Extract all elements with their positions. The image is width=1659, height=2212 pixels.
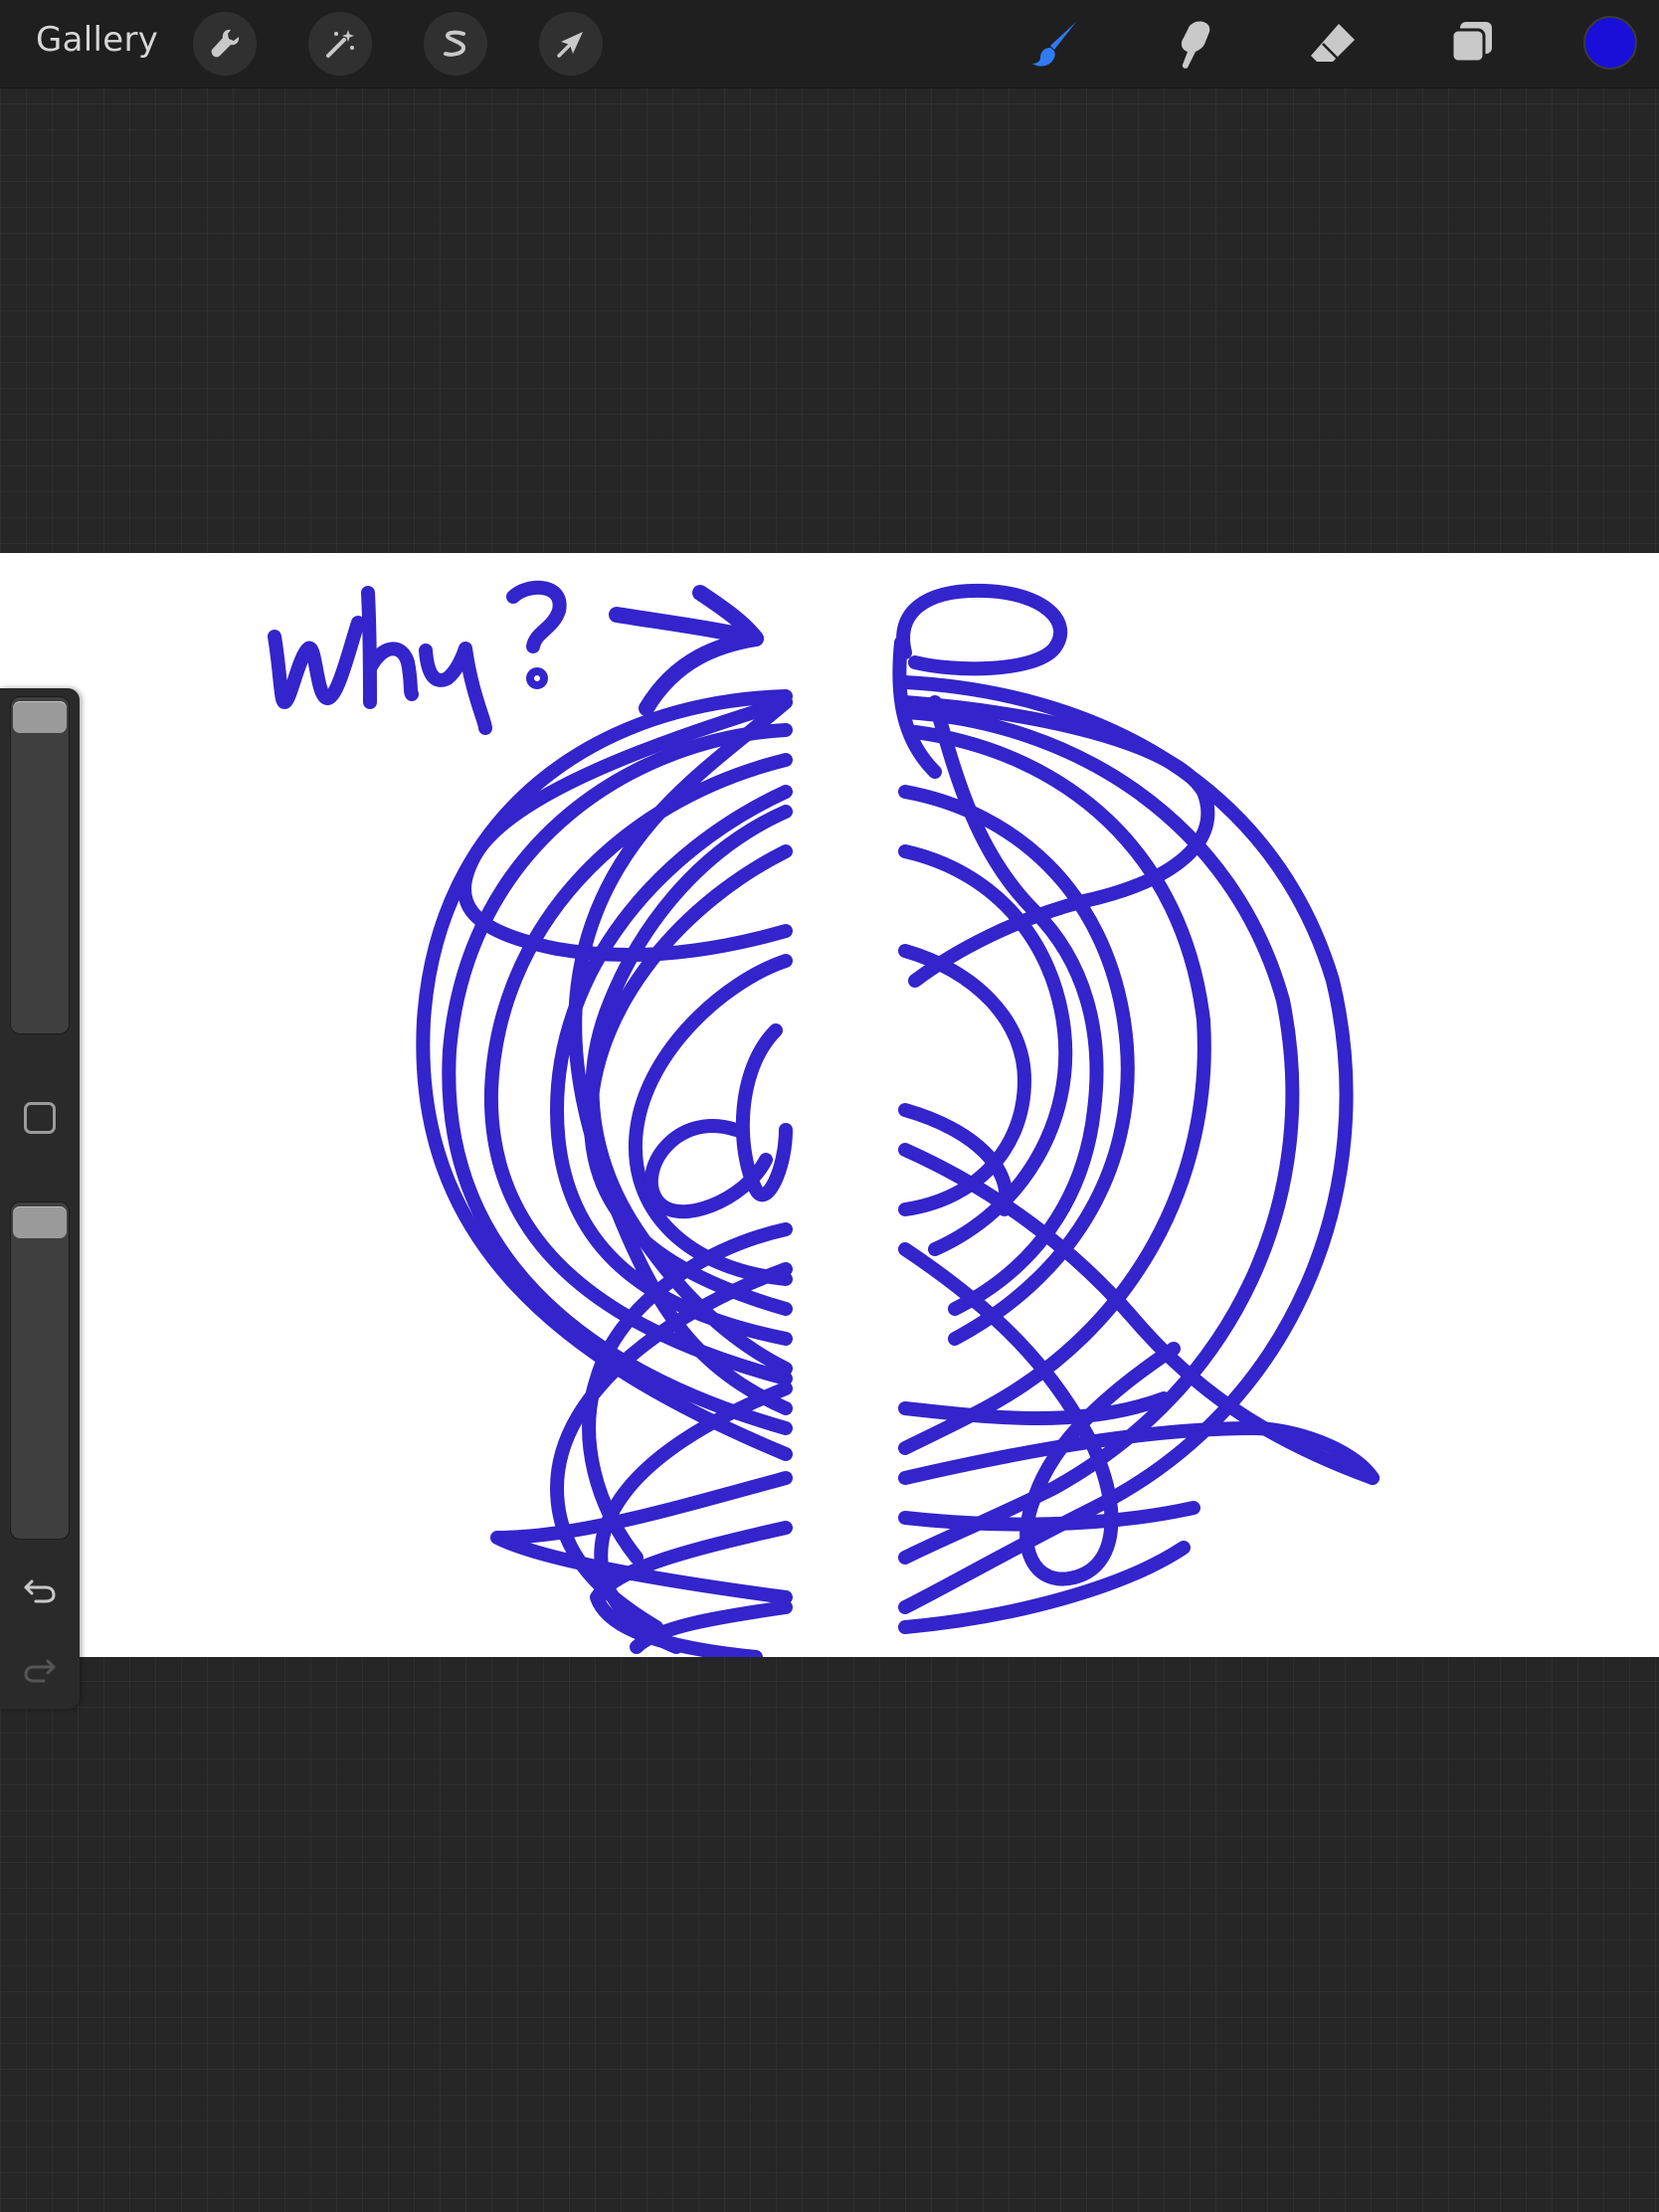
top-toolbar: Gallery [0, 0, 1659, 88]
brush-opacity-slider[interactable] [10, 1201, 70, 1540]
adjustments-button[interactable] [308, 12, 372, 76]
smudge-icon [1181, 21, 1210, 69]
magic-wand-icon [326, 30, 354, 58]
left-sidebar [0, 688, 80, 1709]
selection-button[interactable] [424, 12, 487, 76]
redo-icon [24, 1659, 56, 1683]
eraser-button[interactable] [1301, 12, 1365, 76]
brush-size-thumb[interactable] [13, 701, 67, 733]
selection-s-icon [444, 30, 466, 57]
brush-icon [1032, 22, 1076, 67]
smudge-button[interactable] [1162, 12, 1225, 76]
arrow-cursor-icon [557, 32, 583, 58]
layers-icon [1450, 22, 1492, 64]
arrow-stroke [609, 585, 764, 716]
gallery-button[interactable]: Gallery [36, 20, 158, 60]
right-hemisphere-scribble [892, 583, 1380, 1634]
eraser-icon [1311, 24, 1355, 62]
modify-button[interactable] [24, 1102, 56, 1134]
drawing-canvas[interactable] [0, 553, 1659, 1664]
layers-button[interactable] [1440, 12, 1504, 76]
brush-size-slider[interactable] [10, 696, 70, 1034]
wrench-icon [211, 29, 240, 58]
artwork [268, 580, 1380, 1664]
transform-button[interactable] [539, 12, 603, 76]
redo-button[interactable] [20, 1649, 60, 1689]
undo-button[interactable] [20, 1569, 60, 1609]
brush-button[interactable] [1024, 12, 1088, 76]
brush-opacity-thumb[interactable] [13, 1206, 67, 1238]
undo-icon [24, 1579, 56, 1603]
left-hemisphere-scribble [416, 689, 793, 1664]
actions-button[interactable] [193, 12, 257, 76]
handwritten-why [268, 580, 567, 735]
current-color-swatch[interactable] [1583, 16, 1637, 70]
